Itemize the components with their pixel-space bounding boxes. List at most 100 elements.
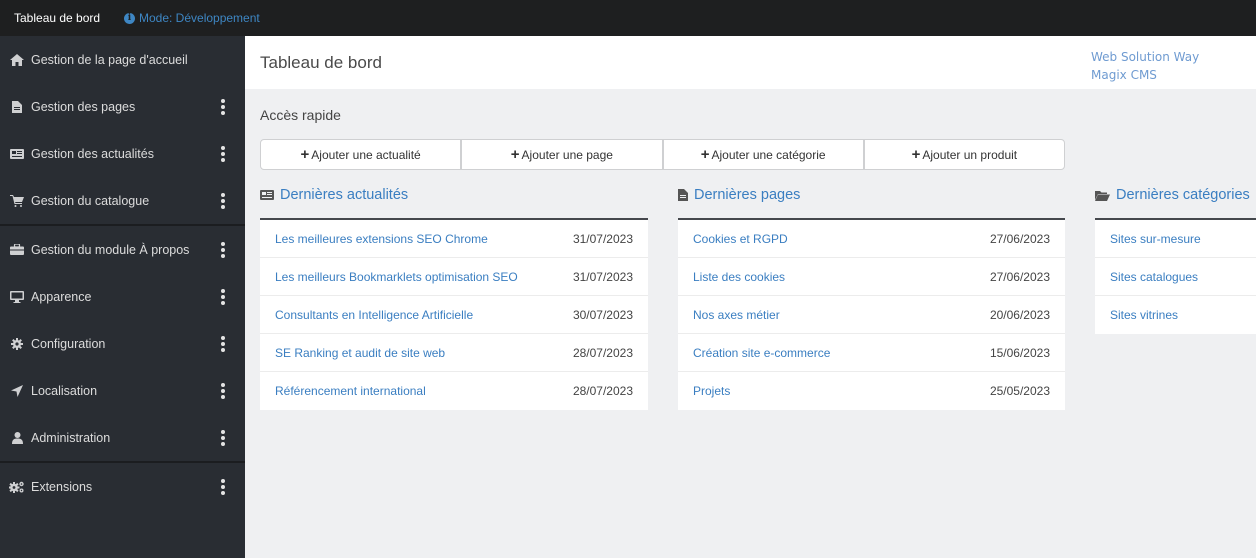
sidebar-item-configuration[interactable]: Configuration [0, 320, 245, 367]
news-link[interactable]: Référencement international [275, 384, 426, 398]
sidebar-item-about[interactable]: Gestion du module À propos [0, 226, 245, 273]
news-link[interactable]: SE Ranking et audit de site web [275, 346, 445, 360]
page-link[interactable]: Nos axes métier [693, 308, 780, 322]
add-product-button[interactable]: + Ajouter un produit [865, 140, 1064, 169]
panel-title[interactable]: Dernières actualités [280, 187, 408, 203]
page-date: 15/06/2023 [989, 345, 1050, 360]
news-date: 30/07/2023 [572, 307, 633, 322]
more-options-icon[interactable] [217, 241, 229, 258]
latest-news-panel: Dernières actualités Les meilleures exte… [260, 186, 648, 410]
more-options-icon[interactable] [217, 145, 229, 162]
gears-icon [9, 481, 25, 493]
button-label: Ajouter une page [521, 147, 613, 162]
list-item: Sites catalogues [1095, 258, 1256, 296]
sidebar-item-appearance[interactable]: Apparence [0, 273, 245, 320]
more-options-icon[interactable] [217, 98, 229, 115]
mode-indicator: i Mode: Développement [124, 11, 260, 25]
app-title[interactable]: Tableau de bord [0, 11, 124, 25]
sidebar-item-localisation[interactable]: Localisation [0, 367, 245, 414]
sidebar-item-label: Gestion du module À propos [31, 242, 190, 257]
more-options-icon[interactable] [217, 382, 229, 399]
page-link[interactable]: Liste des cookies [693, 270, 785, 284]
sidebar-item-label: Gestion des actualités [31, 146, 154, 161]
folder-open-icon [1095, 190, 1110, 201]
list-item: SE Ranking et audit de site web 28/07/202… [260, 334, 648, 372]
more-options-icon[interactable] [217, 335, 229, 352]
button-label: Ajouter une catégorie [711, 147, 826, 162]
sidebar-item-label: Localisation [31, 383, 98, 398]
sidebar-item-label: Apparence [31, 289, 92, 304]
panel-title[interactable]: Dernières pages [694, 187, 800, 203]
button-label: Ajouter un produit [922, 147, 1018, 162]
page-link[interactable]: Cookies et RGPD [693, 232, 788, 246]
add-news-button[interactable]: + Ajouter une actualité [261, 140, 463, 169]
sidebar-item-extensions[interactable]: Extensions [0, 463, 245, 511]
category-link[interactable]: Sites vitrines [1110, 308, 1178, 322]
sidebar-item-label: Gestion des pages [31, 99, 136, 114]
add-page-button[interactable]: + Ajouter une page [462, 140, 664, 169]
latest-pages-panel: Dernières pages Cookies et RGPD 27/06/202… [678, 186, 1065, 410]
page-header: Tableau de bord Web Solution Way Magix C… [245, 36, 1256, 89]
list-item: Projets 25/05/2023 [678, 372, 1065, 410]
list-item: Sites vitrines [1095, 296, 1256, 334]
sidebar-item-administration[interactable]: Administration [0, 414, 245, 461]
page-link[interactable]: Création site e-commerce [693, 346, 830, 360]
brand-product[interactable]: Magix CMS [1091, 66, 1199, 84]
plus-icon: + [300, 146, 310, 163]
more-options-icon[interactable] [217, 288, 229, 305]
desktop-icon [9, 290, 25, 303]
latest-categories-panel: Dernières catégories Sites sur-mesure Si… [1095, 186, 1256, 334]
briefcase-icon [9, 244, 25, 255]
plus-icon: + [911, 146, 921, 163]
top-bar: Tableau de bord i Mode: Développement [0, 0, 1256, 36]
news-date: 31/07/2023 [572, 269, 633, 284]
sidebar-item-catalog[interactable]: Gestion du catalogue [0, 177, 245, 224]
news-link[interactable]: Les meilleures extensions SEO Chrome [275, 232, 488, 246]
category-link[interactable]: Sites catalogues [1110, 270, 1198, 284]
button-label: Ajouter une actualité [311, 147, 421, 162]
page-date: 27/06/2023 [989, 269, 1050, 284]
list-item: Liste des cookies 27/06/2023 [678, 258, 1065, 296]
newspaper-icon [9, 148, 25, 159]
sidebar-item-label: Administration [31, 430, 111, 445]
sidebar-item-homepage[interactable]: Gestion de la page d'accueil [0, 36, 245, 83]
add-category-button[interactable]: + Ajouter une catégorie [664, 140, 865, 169]
main-content: Tableau de bord Web Solution Way Magix C… [245, 36, 1256, 558]
list-item: Les meilleures extensions SEO Chrome 31/0… [260, 220, 648, 258]
news-date: 28/07/2023 [572, 384, 633, 398]
location-arrow-icon [9, 384, 25, 397]
news-link[interactable]: Consultants en Intelligence Artificielle [275, 308, 473, 322]
sidebar-item-label: Gestion de la page d'accueil [31, 52, 188, 67]
page-title: Tableau de bord [260, 53, 382, 72]
plus-icon: + [510, 146, 520, 163]
list-item: Sites sur-mesure [1095, 220, 1256, 258]
brand-company[interactable]: Web Solution Way [1091, 48, 1199, 66]
file-icon [9, 100, 25, 113]
info-icon: i [124, 12, 135, 24]
news-link[interactable]: Les meilleurs Bookmarklets optimisation … [275, 270, 518, 284]
cart-icon [9, 194, 25, 207]
list-item: Consultants en Intelligence Artificielle… [260, 296, 648, 334]
quick-access-title: Accès rapide [260, 107, 341, 123]
sidebar-item-news[interactable]: Gestion des actualités [0, 130, 245, 177]
more-options-icon[interactable] [217, 192, 229, 209]
mode-label: Mode: Développement [139, 11, 260, 25]
more-options-icon[interactable] [217, 429, 229, 446]
list-item: Les meilleurs Bookmarklets optimisation … [260, 258, 648, 296]
more-options-icon[interactable] [217, 479, 229, 495]
panel-title[interactable]: Dernières catégories [1116, 187, 1250, 203]
sidebar-item-pages[interactable]: Gestion des pages [0, 83, 245, 130]
pages-list: Cookies et RGPD 27/06/2023 Liste des cook… [678, 218, 1065, 410]
plus-icon: + [700, 146, 710, 163]
sidebar-item-label: Gestion du catalogue [31, 193, 150, 208]
page-date: 27/06/2023 [989, 231, 1050, 246]
gear-icon [9, 337, 25, 350]
news-list: Les meilleures extensions SEO Chrome 31/0… [260, 218, 648, 410]
category-link[interactable]: Sites sur-mesure [1110, 232, 1201, 246]
quick-access-bar: + Ajouter une actualité + Ajouter une page… [260, 139, 1065, 170]
page-link[interactable]: Projets [693, 384, 730, 398]
list-item: Cookies et RGPD 27/06/2023 [678, 220, 1065, 258]
brand-info: Web Solution Way Magix CMS [1091, 48, 1199, 84]
user-icon [9, 431, 25, 444]
news-date: 28/07/2023 [572, 345, 633, 360]
